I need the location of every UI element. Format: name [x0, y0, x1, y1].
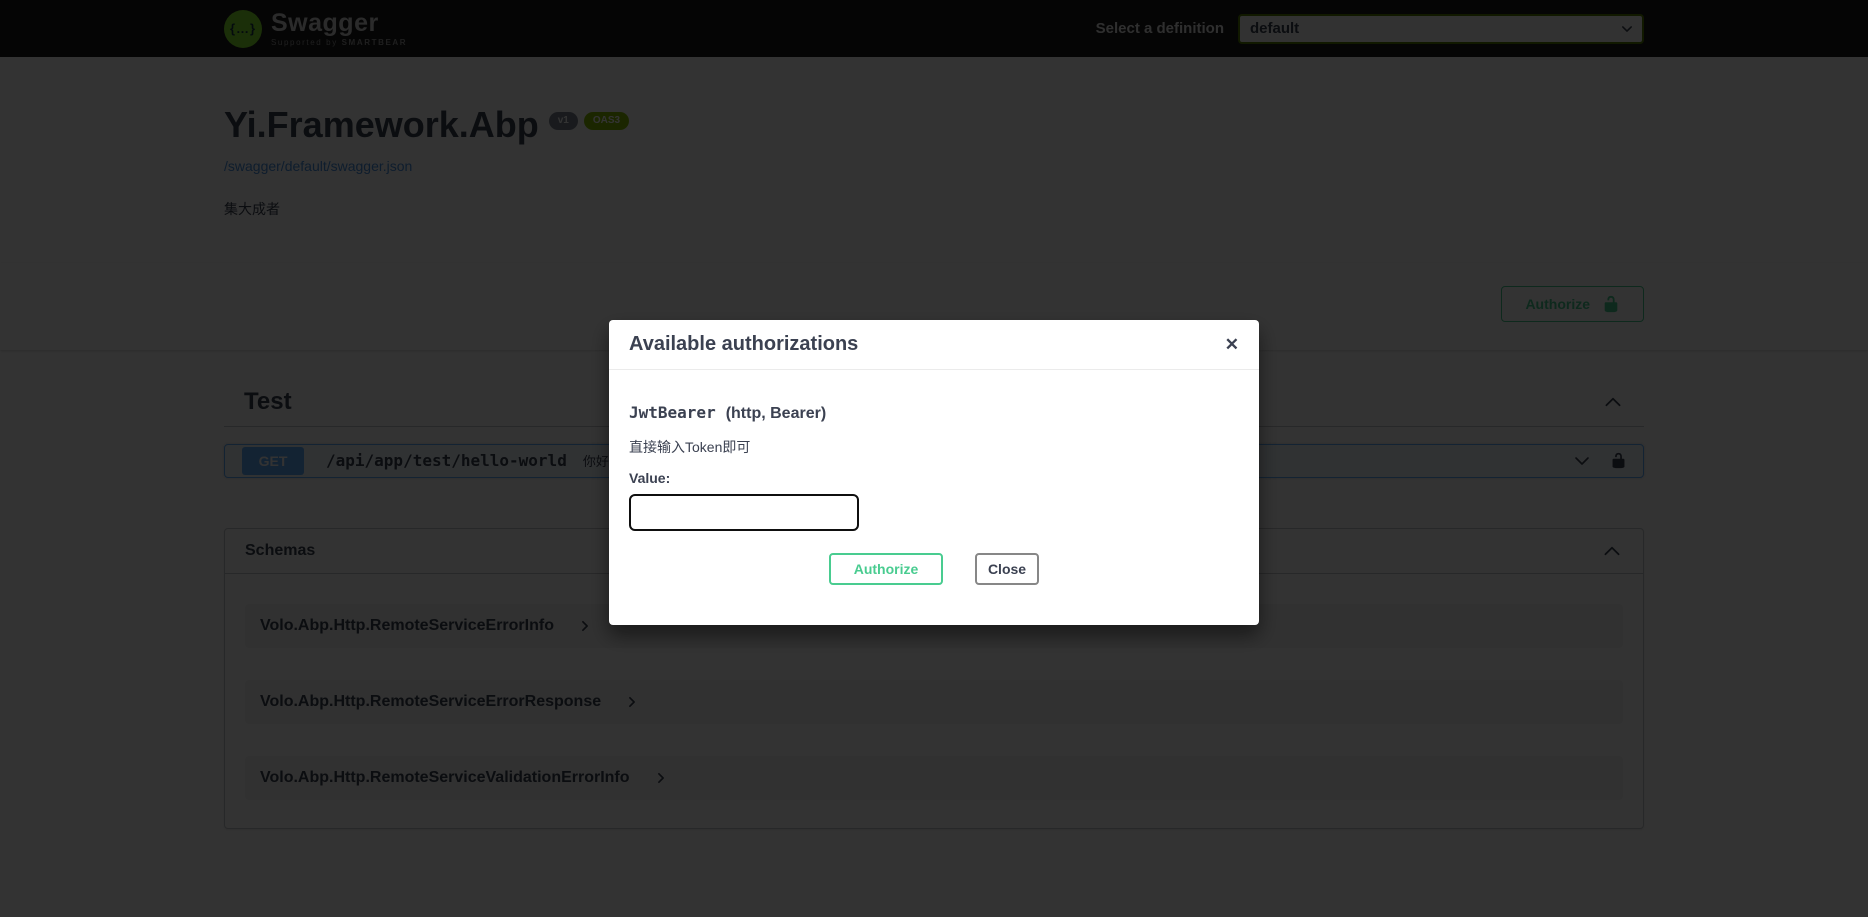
token-value-input[interactable]	[629, 494, 859, 531]
auth-scheme-description: 直接输入Token即可	[629, 437, 1239, 457]
modal-close-button[interactable]: Close	[975, 553, 1039, 585]
auth-scheme-name: JwtBearer	[629, 403, 716, 422]
modal-header: Available authorizations ✕	[609, 320, 1259, 370]
auth-scheme-title: JwtBearer (http, Bearer)	[629, 403, 1239, 423]
close-icon[interactable]: ✕	[1225, 336, 1239, 353]
auth-scheme-type: (http, Bearer)	[726, 405, 826, 423]
modal-body: JwtBearer (http, Bearer) 直接输入Token即可 Val…	[609, 370, 1259, 625]
modal-authorize-button[interactable]: Authorize	[829, 553, 943, 585]
value-label: Value:	[629, 470, 1239, 486]
authorizations-modal: Available authorizations ✕ JwtBearer (ht…	[609, 320, 1259, 625]
modal-title: Available authorizations	[629, 333, 858, 356]
modal-actions: Authorize Close	[629, 553, 1239, 585]
